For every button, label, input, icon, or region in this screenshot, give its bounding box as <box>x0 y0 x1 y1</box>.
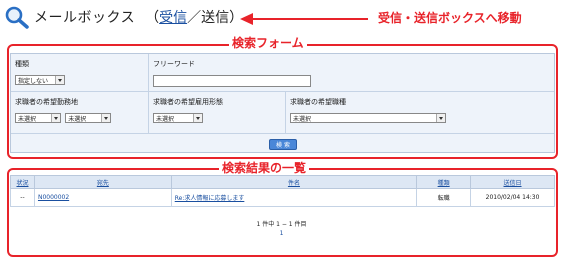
type-label: 種類 <box>15 60 29 68</box>
location-select-1[interactable]: 未選択 <box>15 113 61 123</box>
chevron-down-icon <box>193 114 202 122</box>
chevron-down-icon <box>51 114 60 122</box>
annotation-search-results-label: 検索結果の一覧 <box>219 159 310 176</box>
job-type-cell: 求職者の希望職種 未選択 <box>286 92 556 133</box>
outbox-label[interactable]: ／送信 <box>187 10 229 26</box>
results-table: 状況 宛先 件名 種類 送信日 -- N0000002 Re:求人情報に応募しま… <box>10 175 555 207</box>
subject-link[interactable]: Re:求人情報に応募します <box>175 195 245 202</box>
paren-open: （ <box>145 10 160 26</box>
table-row: -- N0000002 Re:求人情報に応募します 転職 2010/02/04 … <box>10 188 555 207</box>
chevron-down-icon <box>55 76 64 84</box>
freeword-cell: フリーワード <box>149 54 556 91</box>
col-type[interactable]: 種類 <box>416 175 472 189</box>
page-1-link[interactable]: 1 <box>280 230 284 237</box>
pagination-page-link: 1 <box>0 230 563 237</box>
col-recipient[interactable]: 宛先 <box>33 175 172 189</box>
type-select-value: 指定しない <box>18 77 49 85</box>
type-cell: 種類 指定しない <box>11 54 149 91</box>
cell-subject: Re:求人情報に応募します <box>170 188 418 207</box>
cell-recipient: N0000002 <box>33 188 172 207</box>
chevron-down-icon <box>101 114 111 122</box>
job-type-select[interactable]: 未選択 <box>290 113 446 123</box>
location-select-1-value: 未選択 <box>18 115 37 123</box>
page-header: メールボックス （受信／送信） <box>4 4 243 30</box>
arrow-left-icon <box>240 13 370 25</box>
form-row-1: 種類 指定しない フリーワード <box>11 54 554 92</box>
employment-cell: 求職者の希望雇用形態 未選択 <box>149 92 286 133</box>
job-type-select-value: 未選択 <box>293 115 312 123</box>
employment-select-value: 未選択 <box>156 115 175 123</box>
cell-type: 転職 <box>416 188 472 207</box>
location-select-2[interactable]: 未選択 <box>65 113 112 123</box>
form-row-2: 求職者の希望勤務地 未選択 未選択 求職者の希望雇用形態 未選択 求職者の希望職… <box>11 92 554 134</box>
table-header-row: 状況 宛先 件名 種類 送信日 <box>10 175 555 189</box>
cell-sent-date: 2010/02/04 14:30 <box>470 188 555 207</box>
location-cell: 求職者の希望勤務地 未選択 未選択 <box>11 92 149 133</box>
col-status[interactable]: 状況 <box>10 175 35 189</box>
freeword-label: フリーワード <box>153 60 195 68</box>
employment-label: 求職者の希望雇用形態 <box>153 98 223 106</box>
col-subject[interactable]: 件名 <box>170 175 418 189</box>
type-select[interactable]: 指定しない <box>15 75 65 85</box>
col-sent-date[interactable]: 送信日 <box>470 175 555 189</box>
cell-status: -- <box>10 188 35 207</box>
recipient-link[interactable]: N0000002 <box>38 194 69 201</box>
annotation-search-form-label: 検索フォーム <box>229 34 307 51</box>
search-form: 種類 指定しない フリーワード 求職者の希望勤務地 未選択 未選択 求職者の希望… <box>10 53 555 153</box>
chevron-down-icon <box>436 114 445 122</box>
location-select-2-value: 未選択 <box>68 115 87 123</box>
mailbox-switcher: （受信／送信） <box>145 7 243 27</box>
pagination-summary: 1 件中 1 − 1 件目 <box>256 221 307 228</box>
job-type-label: 求職者の希望職種 <box>290 98 346 106</box>
annotation-mailbox-caption: 受信・送信ボックスへ移動 <box>378 11 522 25</box>
employment-select[interactable]: 未選択 <box>153 113 203 123</box>
inbox-link[interactable]: 受信 <box>159 10 187 26</box>
search-icon <box>4 5 30 29</box>
page-title: メールボックス <box>34 10 136 26</box>
search-button[interactable]: 検 索 <box>269 139 297 150</box>
freeword-input[interactable] <box>153 75 311 87</box>
location-label: 求職者の希望勤務地 <box>15 98 78 106</box>
